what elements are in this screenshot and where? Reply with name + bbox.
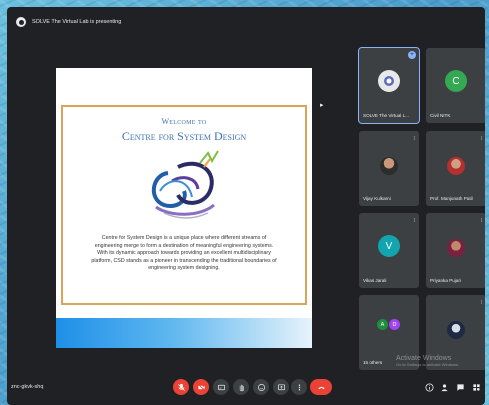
end-call-icon [317, 386, 325, 389]
more-options-icon [298, 384, 300, 390]
captions-icon [217, 384, 225, 390]
participant-name: Priyanka Pujari [430, 278, 461, 283]
participant-name: Vikas Jarali [363, 278, 387, 283]
avatar [447, 321, 465, 339]
audio-indicator-icon: ⁞ [480, 136, 482, 142]
audio-indicator-icon: ⁞ [480, 300, 482, 306]
meet-window: SOLVE The Virtual Lab is presenting Welc… [7, 7, 485, 405]
participant-tile-solve[interactable]: + SOLVE The Virtual L... [358, 47, 420, 124]
raise-hand-icon [239, 384, 244, 391]
avatar [447, 157, 465, 175]
participant-name: Civil NITK [430, 113, 451, 118]
slide-frame: Welcome to Centre for System Design Cent… [61, 105, 307, 305]
activities-icon[interactable] [472, 383, 481, 392]
more-options-button[interactable] [291, 379, 307, 395]
raise-hand-button[interactable] [233, 379, 249, 395]
cursor-icon: ▸ [320, 102, 324, 109]
emoji-button[interactable] [253, 379, 269, 395]
slide-welcome: Welcome to [161, 117, 207, 126]
participant-tile-civil[interactable]: C Civil NITK [426, 48, 485, 123]
audio-indicator-icon: ⁞ [413, 136, 415, 142]
participant-name: Vijay Kulkarni [363, 196, 391, 201]
meeting-controls-bar: znc-gkvk-shq [7, 371, 485, 405]
avatar: V [378, 235, 400, 257]
slide-bottom-band [56, 318, 312, 348]
people-icon[interactable] [440, 383, 449, 392]
avatar: A [377, 319, 388, 330]
presenting-bar: SOLVE The Virtual Lab is presenting [7, 7, 485, 37]
slide-body: Centre for System Design is a unique pla… [91, 235, 277, 272]
slide-title: Centre for System Design [121, 129, 247, 143]
participant-name: SOLVE The Virtual L... [363, 113, 409, 118]
avatar: D [389, 319, 400, 330]
present-now-button[interactable] [273, 379, 289, 395]
presentation-stage[interactable]: Welcome to Centre for System Design Cent… [56, 68, 312, 348]
meeting-code: znc-gkvk-shq [11, 384, 44, 390]
present-icon [16, 17, 26, 27]
solve-logo-icon [384, 76, 394, 86]
csd-logo [152, 150, 219, 219]
mic-toggle-button[interactable] [173, 379, 189, 395]
avatar: C [445, 70, 467, 92]
presenting-text: SOLVE The Virtual Lab is presenting [32, 19, 122, 25]
camera-toggle-button[interactable] [193, 379, 209, 395]
add-icon: + [408, 51, 416, 59]
avatar [378, 70, 400, 92]
avatar [380, 157, 398, 175]
end-call-button[interactable] [310, 379, 332, 395]
mic-off-icon [177, 383, 185, 391]
avatar [447, 239, 465, 257]
participant-name: Prof. Manjunath Patil [430, 196, 473, 201]
participant-tile-priyanka[interactable]: ⁞ Priyanka Pujari [426, 213, 485, 288]
participant-tile-vikas[interactable]: ⁞ V Vikas Jarali [359, 213, 419, 288]
camera-off-icon [197, 383, 205, 391]
emoji-icon [257, 383, 265, 391]
captions-button[interactable] [213, 379, 229, 395]
participant-tile-vijay[interactable]: ⁞ Vijay Kulkarni [359, 131, 419, 206]
audio-indicator-icon: ⁞ [413, 218, 415, 224]
present-now-icon [277, 383, 285, 390]
activate-windows-watermark: Activate Windows Go to Settings to activ… [396, 355, 460, 367]
chat-icon[interactable] [456, 383, 465, 392]
participant-tile-manjunath[interactable]: ⁞ Prof. Manjunath Patil [426, 131, 485, 206]
audio-indicator-icon: ⁞ [480, 218, 482, 224]
info-icon[interactable] [425, 383, 434, 392]
